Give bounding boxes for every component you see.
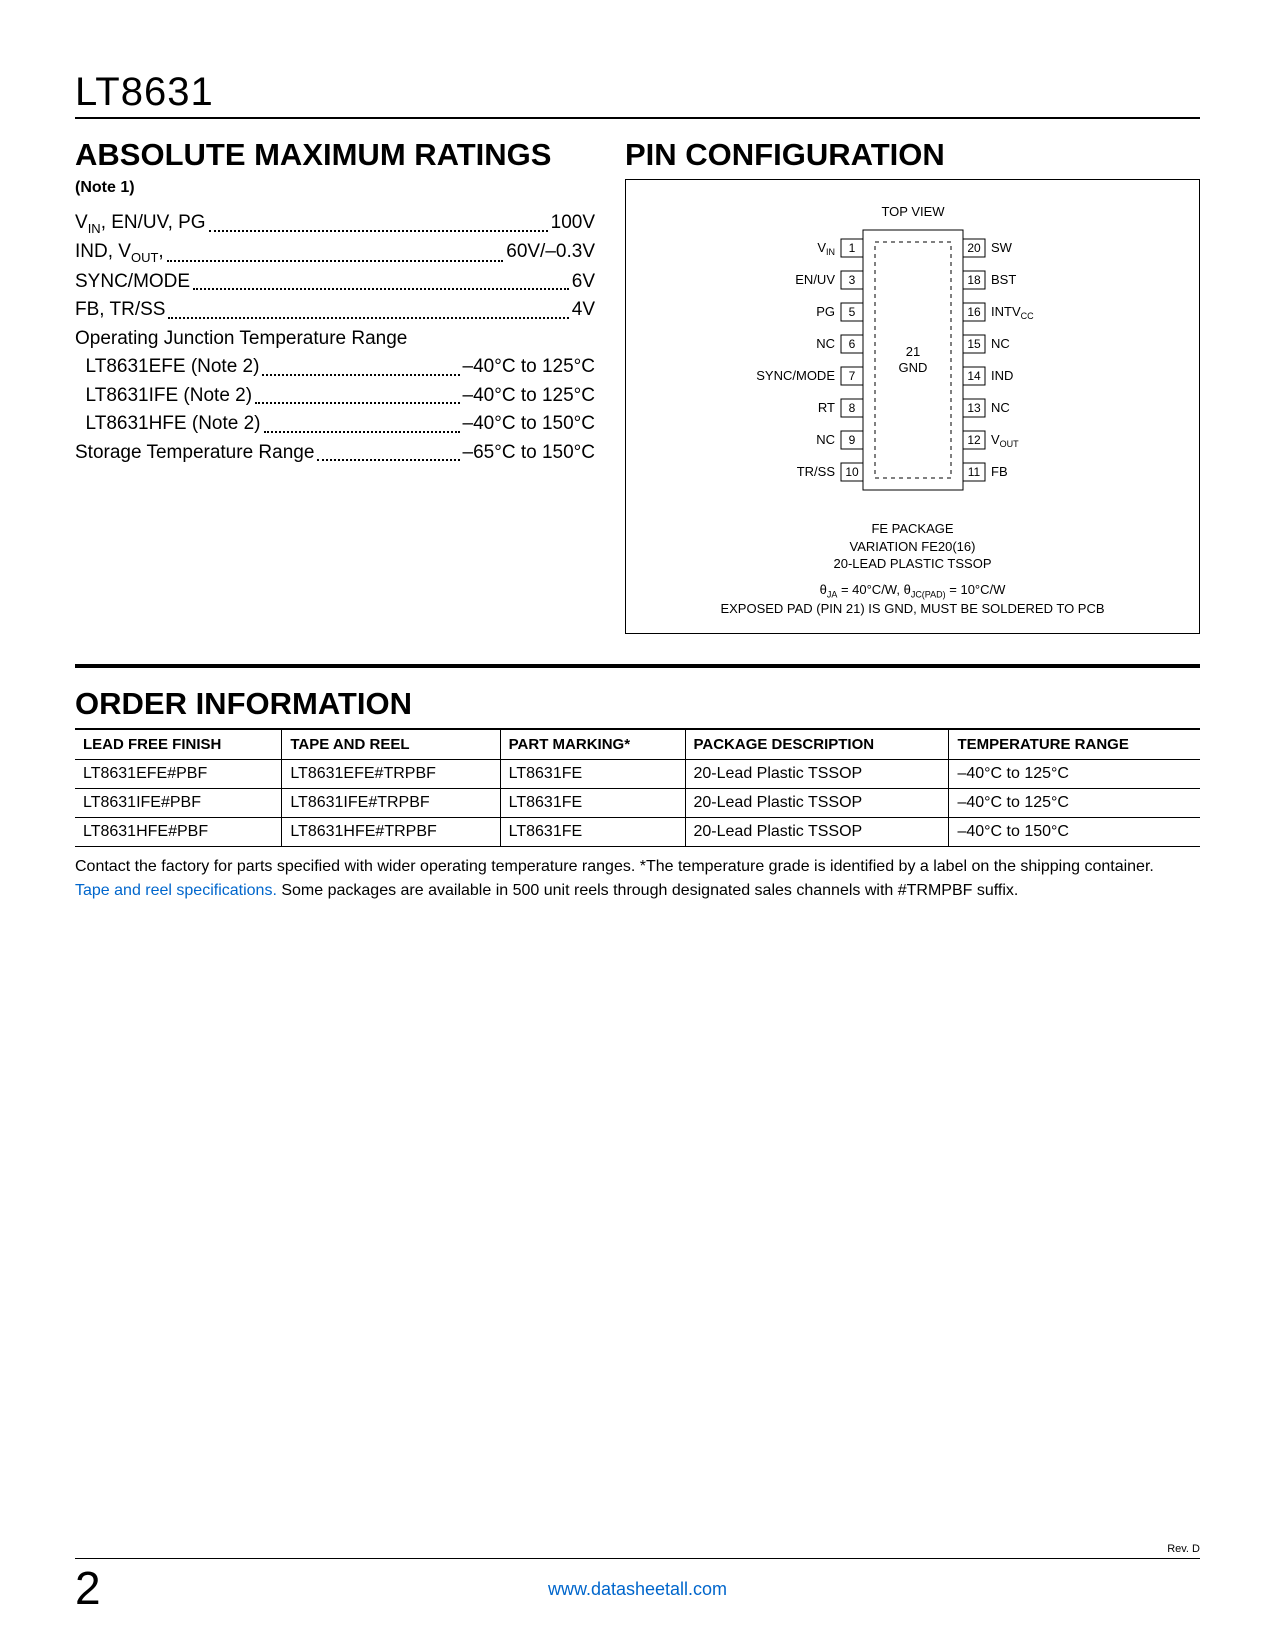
rating-row: LT8631EFE (Note 2)–40°C to 125°C	[75, 353, 595, 382]
svg-text:EN/UV: EN/UV	[795, 272, 835, 287]
part-number: LT8631	[75, 70, 1200, 119]
svg-text:NC: NC	[816, 432, 835, 447]
svg-text:18: 18	[967, 273, 981, 287]
svg-text:5: 5	[848, 305, 855, 319]
svg-text:VOUT: VOUT	[991, 432, 1019, 449]
svg-text:IND: IND	[991, 368, 1013, 383]
rating-row: VIN, EN/UV, PG100V	[75, 209, 595, 238]
rating-row: FB, TR/SS4V	[75, 296, 595, 325]
pin-diagram-box: TOP VIEW 21GND 1 VIN 3 EN/UV 5 PG 6 NC 7 SYNC/MODE 8…	[625, 179, 1200, 634]
svg-text:SYNC/MODE: SYNC/MODE	[756, 368, 835, 383]
svg-text:7: 7	[848, 369, 855, 383]
svg-text:NC: NC	[991, 336, 1010, 351]
order-header-cell: LEAD FREE FINISH	[75, 729, 282, 760]
section-divider	[75, 664, 1200, 668]
svg-text:TR/SS: TR/SS	[796, 464, 835, 479]
page-footer: Rev. D 2 www.datasheetall.com	[75, 1558, 1200, 1600]
revision: Rev. D	[1167, 1543, 1200, 1555]
order-header-cell: PART MARKING*	[500, 729, 685, 760]
svg-text:NC: NC	[816, 336, 835, 351]
pin-configuration: PIN CONFIGURATION TOP VIEW 21GND 1 VIN 3 EN/U…	[625, 137, 1200, 634]
pin-config-title: PIN CONFIGURATION	[625, 137, 1200, 173]
svg-text:21: 21	[905, 344, 919, 359]
svg-text:11: 11	[967, 465, 980, 479]
svg-text:15: 15	[967, 337, 981, 351]
svg-text:13: 13	[967, 401, 981, 415]
order-footnote: Contact the factory for parts specified …	[75, 855, 1200, 903]
rating-row: Storage Temperature Range–65°C to 150°C	[75, 439, 595, 468]
svg-text:12: 12	[967, 433, 981, 447]
svg-text:9: 9	[848, 433, 855, 447]
svg-text:SW: SW	[991, 240, 1013, 255]
tape-reel-link[interactable]: Tape and reel specifications.	[75, 882, 277, 899]
abs-max-note: (Note 1)	[75, 179, 595, 197]
package-text: FE PACKAGEVARIATION FE20(16)20-LEAD PLAS…	[641, 520, 1184, 618]
svg-text:TOP VIEW: TOP VIEW	[881, 204, 945, 219]
rating-row: IND, VOUT,60V/–0.3V	[75, 238, 595, 267]
svg-text:3: 3	[848, 273, 855, 287]
rating-row: SYNC/MODE6V	[75, 268, 595, 297]
order-row: LT8631IFE#PBFLT8631IFE#TRPBFLT8631FE20-L…	[75, 788, 1200, 817]
order-row: LT8631EFE#PBFLT8631EFE#TRPBFLT8631FE20-L…	[75, 759, 1200, 788]
abs-max-title: ABSOLUTE MAXIMUM RATINGS	[75, 137, 595, 173]
svg-text:10: 10	[845, 465, 859, 479]
svg-text:PG: PG	[816, 304, 835, 319]
order-table: LEAD FREE FINISHTAPE AND REELPART MARKIN…	[75, 728, 1200, 847]
order-header-cell: TEMPERATURE RANGE	[949, 729, 1200, 760]
pin-diagram: TOP VIEW 21GND 1 VIN 3 EN/UV 5 PG 6 NC 7 SYNC/MODE 8…	[703, 200, 1123, 510]
svg-text:NC: NC	[991, 400, 1010, 415]
svg-text:8: 8	[848, 401, 855, 415]
rating-row: Operating Junction Temperature Range	[75, 325, 595, 354]
svg-text:1: 1	[848, 241, 855, 255]
svg-text:FB: FB	[991, 464, 1008, 479]
footer-link[interactable]: www.datasheetall.com	[75, 1559, 1200, 1600]
order-row: LT8631HFE#PBFLT8631HFE#TRPBFLT8631FE20-L…	[75, 817, 1200, 846]
svg-text:14: 14	[967, 369, 981, 383]
svg-text:16: 16	[967, 305, 981, 319]
svg-text:RT: RT	[817, 400, 834, 415]
order-header-cell: TAPE AND REEL	[282, 729, 500, 760]
order-information: ORDER INFORMATION LEAD FREE FINISHTAPE A…	[75, 686, 1200, 903]
page-number: 2	[75, 1561, 101, 1615]
rating-row: LT8631IFE (Note 2)–40°C to 125°C	[75, 382, 595, 411]
absolute-maximum-ratings: ABSOLUTE MAXIMUM RATINGS (Note 1) VIN, E…	[75, 137, 595, 634]
svg-text:20: 20	[967, 241, 981, 255]
svg-text:BST: BST	[991, 272, 1016, 287]
order-title: ORDER INFORMATION	[75, 686, 1200, 722]
svg-text:GND: GND	[898, 360, 927, 375]
order-header-cell: PACKAGE DESCRIPTION	[685, 729, 949, 760]
svg-text:VIN: VIN	[817, 240, 835, 257]
svg-text:6: 6	[848, 337, 855, 351]
svg-text:INTVCC: INTVCC	[991, 304, 1034, 321]
rating-row: LT8631HFE (Note 2)–40°C to 150°C	[75, 410, 595, 439]
